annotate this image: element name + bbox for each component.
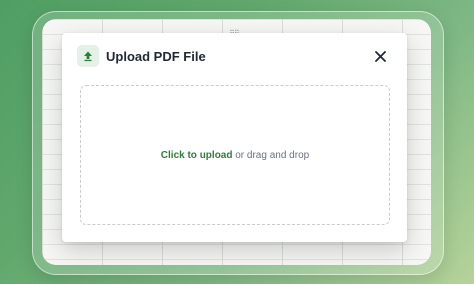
upload-icon	[77, 45, 99, 67]
upload-dialog: Upload PDF File Click to upload or drag …	[62, 33, 407, 242]
click-to-upload-link[interactable]: Click to upload	[161, 150, 233, 161]
dialog-title: Upload PDF File	[106, 49, 206, 64]
file-dropzone[interactable]: Click to upload or drag and drop	[80, 85, 390, 225]
drag-drop-hint: or drag and drop	[232, 149, 310, 161]
close-icon	[374, 50, 386, 62]
dropzone-text: Click to upload or drag and drop	[161, 150, 309, 161]
close-button[interactable]	[372, 48, 388, 64]
